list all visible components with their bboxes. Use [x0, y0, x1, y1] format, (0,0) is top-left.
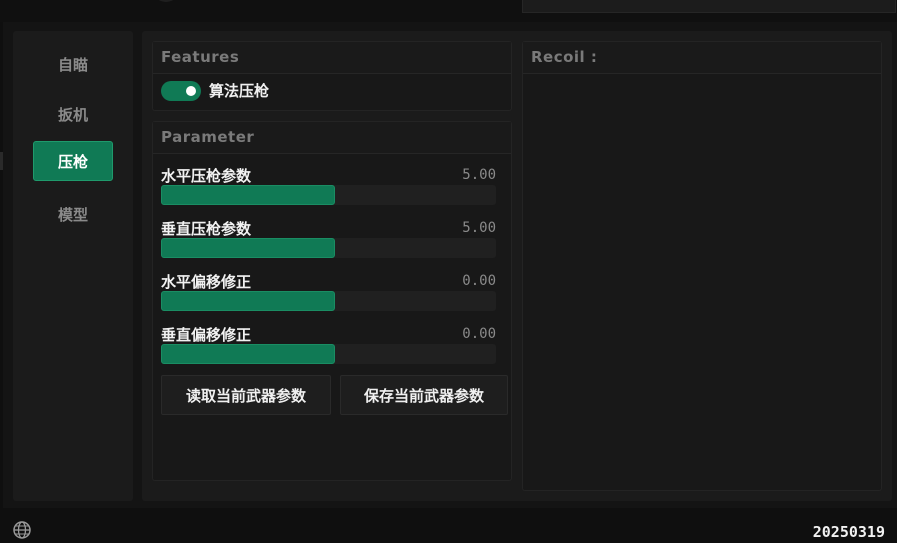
sidebar-item-label: 模型	[57, 205, 88, 224]
toggle-knob	[186, 85, 196, 96]
algorithm-recoil-toggle[interactable]	[161, 80, 201, 101]
read-weapon-params-button[interactable]: 读取当前武器参数	[161, 375, 331, 415]
parameter-panel: Parameter 水平压枪参数 5.00 垂直压枪参数 5.00 水平偏移修正…	[152, 121, 512, 481]
sidebar-item-label: 自瞄	[57, 55, 88, 74]
param-value: 0.00	[462, 273, 496, 289]
sidebar: 自瞄 扳机 压枪 模型	[13, 31, 133, 501]
features-panel: Features 算法压枪	[152, 41, 512, 111]
vertical-recoil-slider[interactable]	[161, 238, 496, 258]
globe-icon[interactable]	[13, 521, 31, 539]
param-name: 垂直偏移修正	[161, 326, 252, 344]
save-weapon-params-button[interactable]: 保存当前武器参数	[340, 375, 508, 415]
param-value: 0.00	[462, 326, 496, 342]
top-bar	[0, 0, 897, 22]
recoil-title: Recoil :	[523, 42, 881, 74]
slider-fill	[161, 238, 336, 258]
sidebar-item-model[interactable]: 模型	[33, 194, 113, 234]
sidebar-item-aim[interactable]: 自瞄	[33, 44, 113, 84]
feature-toggle-row: 算法压枪	[161, 80, 269, 101]
param-value: 5.00	[462, 167, 496, 183]
content-area: Features 算法压枪 Parameter 水平压枪参数 5.00 垂直压枪…	[142, 31, 892, 501]
slider-fill	[161, 291, 336, 311]
vertical-offset-slider[interactable]	[161, 344, 496, 364]
slider-fill	[161, 185, 336, 205]
param-name: 垂直压枪参数	[161, 220, 252, 238]
param-value: 5.00	[462, 220, 496, 236]
param-name: 水平压枪参数	[161, 167, 252, 185]
footer: 20250319	[0, 508, 897, 543]
sidebar-item-recoil[interactable]: 压枪	[33, 141, 113, 181]
parameter-title: Parameter	[153, 122, 511, 154]
horizontal-recoil-slider[interactable]	[161, 185, 496, 205]
horizontal-offset-slider[interactable]	[161, 291, 496, 311]
sidebar-item-label: 扳机	[57, 105, 88, 124]
features-title: Features	[153, 42, 511, 74]
recoil-panel: Recoil :	[522, 41, 882, 491]
sidebar-item-trigger[interactable]: 扳机	[33, 94, 113, 134]
left-edge-tab	[0, 152, 3, 170]
top-avatar-edge	[152, 0, 180, 2]
sidebar-item-label: 压枪	[57, 152, 88, 171]
slider-fill	[161, 344, 336, 364]
top-right-panel	[522, 0, 896, 13]
param-name: 水平偏移修正	[161, 273, 252, 291]
version-label: 20250319	[812, 523, 885, 541]
toggle-label: 算法压枪	[209, 82, 270, 100]
